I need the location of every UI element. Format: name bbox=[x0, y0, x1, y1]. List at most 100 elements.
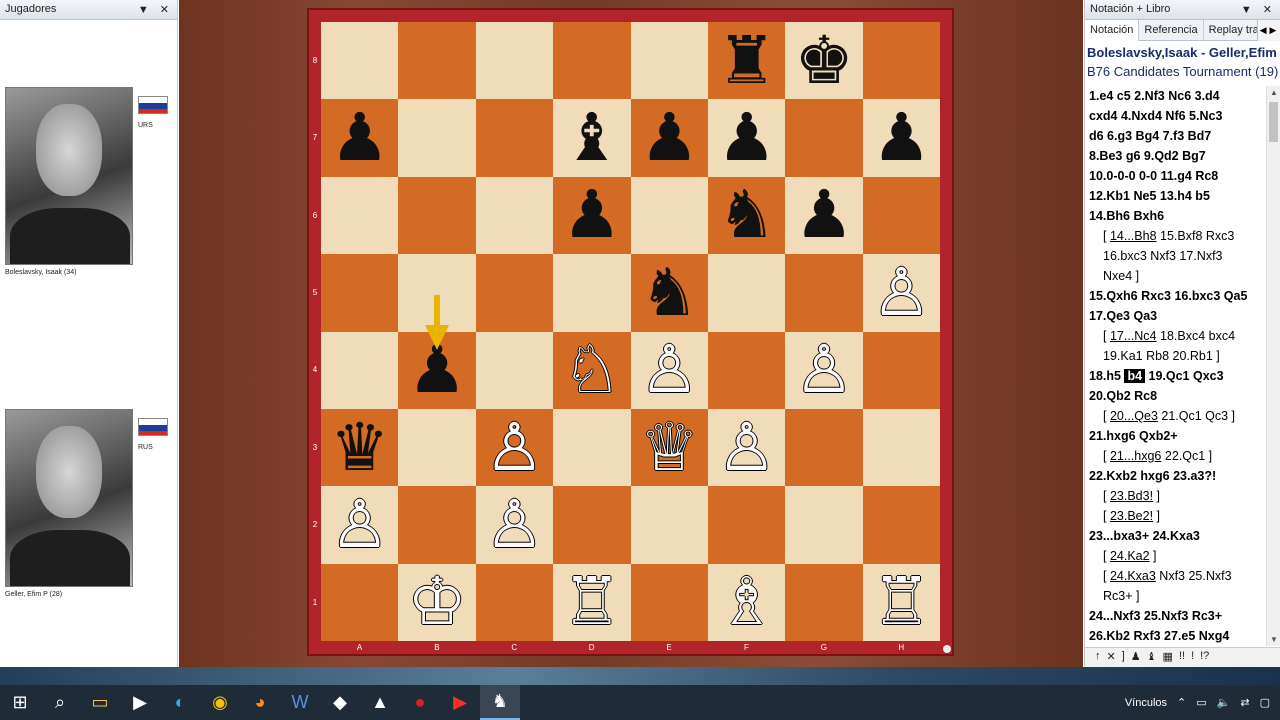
scroll-up-icon[interactable]: ▲ bbox=[1267, 88, 1280, 97]
move-text[interactable]: 20.Qb2 Rc8 bbox=[1089, 389, 1157, 403]
square-g1[interactable] bbox=[785, 563, 863, 642]
move-text[interactable]: 10.0-0-0 0-0 11.g4 Rc8 bbox=[1089, 169, 1218, 183]
square-c1[interactable] bbox=[475, 563, 554, 642]
square-a6[interactable] bbox=[321, 176, 399, 255]
move-text[interactable]: 17...Nc4 bbox=[1110, 329, 1157, 343]
move-text[interactable]: 22.Kxb2 hxg6 23.a3?! bbox=[1089, 469, 1216, 483]
piece-f3[interactable]: ♙ bbox=[708, 409, 785, 486]
scroll-thumb[interactable] bbox=[1269, 102, 1278, 142]
piece-e5[interactable]: ♞ bbox=[631, 254, 708, 331]
move-text[interactable]: 20...Qe3 bbox=[1110, 409, 1158, 423]
language-icon[interactable]: ⇄ bbox=[1240, 696, 1249, 709]
square-d5[interactable] bbox=[553, 254, 631, 332]
piece-d6[interactable]: ♟ bbox=[553, 177, 630, 254]
move-text[interactable]: 14...Bh8 bbox=[1110, 229, 1157, 243]
move-text[interactable]: [ bbox=[1103, 409, 1110, 423]
piece-c2[interactable]: ♙ bbox=[476, 486, 553, 563]
tab-referencia[interactable]: Referencia bbox=[1139, 20, 1204, 41]
chessbase-icon[interactable]: ♞ bbox=[480, 685, 520, 720]
move-text[interactable]: 24.Kxa3 bbox=[1110, 569, 1156, 583]
move-text[interactable]: ] bbox=[1153, 489, 1160, 503]
square-c5[interactable] bbox=[475, 254, 554, 332]
annotation-button[interactable]: ♝ bbox=[1147, 650, 1157, 665]
tray-links[interactable]: Vínculos bbox=[1125, 697, 1167, 709]
move-text[interactable]: 18.h5 bbox=[1089, 369, 1124, 383]
square-e6[interactable] bbox=[630, 176, 708, 255]
move-text[interactable]: cxd4 4.Nxd4 Nf6 5.Nc3 bbox=[1089, 109, 1222, 123]
move-text[interactable]: [ bbox=[1103, 229, 1110, 243]
move-text[interactable]: 21...hxg6 bbox=[1110, 449, 1161, 463]
move-text[interactable]: ] bbox=[1150, 549, 1156, 563]
move-text[interactable]: 24.Ka2 bbox=[1110, 549, 1150, 563]
move-text[interactable]: [ bbox=[1103, 569, 1110, 583]
square-f5[interactable] bbox=[708, 254, 786, 332]
tab-scroll-arrows[interactable]: ◀▶ bbox=[1257, 20, 1280, 41]
move-text[interactable]: 15.Qxh6 Rxc3 16.bxc3 Qa5 bbox=[1089, 289, 1247, 303]
square-b7[interactable] bbox=[398, 99, 476, 177]
piece-d7[interactable]: ♝ bbox=[553, 99, 630, 176]
square-e1[interactable] bbox=[630, 563, 708, 642]
media-icon[interactable]: ▶ bbox=[120, 685, 160, 720]
file-explorer-icon[interactable]: ▭ bbox=[80, 685, 120, 720]
move-text[interactable]: 26.Kb2 Rxf3 27.e5 Nxg4 bbox=[1089, 629, 1229, 643]
piece-e3[interactable]: ♕ bbox=[631, 409, 708, 486]
square-a4[interactable] bbox=[321, 331, 399, 409]
tray-arrow-icon[interactable]: ⌃ bbox=[1177, 696, 1186, 709]
move-text[interactable]: 23.Be2! bbox=[1110, 509, 1153, 523]
square-c7[interactable] bbox=[475, 99, 554, 177]
square-b6[interactable] bbox=[398, 176, 476, 255]
piece-h1[interactable]: ♖ bbox=[863, 564, 940, 641]
move-text[interactable]: [ bbox=[1103, 489, 1110, 503]
scroll-down-icon[interactable]: ▼ bbox=[1267, 635, 1280, 644]
square-d3[interactable] bbox=[553, 409, 631, 487]
piece-d1[interactable]: ♖ bbox=[553, 564, 630, 641]
square-h6[interactable] bbox=[862, 176, 941, 255]
youtube-icon[interactable]: ▶ bbox=[440, 685, 480, 720]
piece-e4[interactable]: ♙ bbox=[631, 332, 708, 409]
piece-f6[interactable]: ♞ bbox=[708, 177, 785, 254]
move-text[interactable]: Rc3+ ] bbox=[1103, 589, 1139, 603]
move-text[interactable]: d6 6.g3 Bg4 7.f3 Bd7 bbox=[1089, 129, 1211, 143]
move-text[interactable]: 12.Kb1 Ne5 13.h4 b5 bbox=[1089, 189, 1210, 203]
tab-notacion[interactable]: Notación bbox=[1085, 20, 1140, 41]
piece-c3[interactable]: ♙ bbox=[476, 409, 553, 486]
move-text[interactable]: 17.Qe3 Qa3 bbox=[1089, 309, 1157, 323]
move-text[interactable]: 18.Bxc4 bxc4 bbox=[1157, 329, 1235, 343]
move-text[interactable]: Nxe4 ] bbox=[1103, 269, 1139, 283]
square-b8[interactable] bbox=[398, 22, 476, 100]
square-g2[interactable] bbox=[785, 486, 863, 564]
panel-controls[interactable]: ▼ ✕ bbox=[138, 3, 173, 16]
move-text[interactable]: [ bbox=[1103, 509, 1110, 523]
square-d8[interactable] bbox=[553, 22, 631, 100]
annotation-button[interactable]: ↑ bbox=[1095, 650, 1101, 665]
piece-h7[interactable]: ♟ bbox=[863, 99, 940, 176]
piece-g4[interactable]: ♙ bbox=[785, 332, 862, 409]
square-h3[interactable] bbox=[862, 409, 941, 487]
square-g7[interactable] bbox=[785, 99, 863, 177]
notifications-icon[interactable]: ▢ bbox=[1260, 696, 1270, 709]
firefox-icon[interactable]: ◕ bbox=[240, 685, 280, 720]
square-g3[interactable] bbox=[785, 409, 863, 487]
move-text[interactable]: 8.Be3 g6 9.Qd2 Bg7 bbox=[1089, 149, 1206, 163]
move-text[interactable]: 22.Qc1 ] bbox=[1161, 449, 1212, 463]
move-text[interactable]: [ bbox=[1103, 449, 1110, 463]
notation-scrollbar[interactable]: ▲ ▼ bbox=[1266, 86, 1280, 646]
square-h2[interactable] bbox=[862, 486, 941, 564]
piece-a2[interactable]: ♙ bbox=[321, 486, 398, 563]
piece-f8[interactable]: ♜ bbox=[708, 22, 785, 99]
app-icon[interactable]: ▲ bbox=[360, 685, 400, 720]
piece-a3[interactable]: ♛ bbox=[321, 409, 398, 486]
move-text[interactable]: 16.bxc3 Nxf3 17.Nxf3 bbox=[1103, 249, 1223, 263]
square-f4[interactable] bbox=[708, 331, 786, 409]
current-move[interactable]: b4 bbox=[1124, 369, 1146, 383]
square-c8[interactable] bbox=[475, 22, 554, 100]
piece-h5[interactable]: ♙ bbox=[863, 254, 940, 331]
move-text[interactable]: 23...bxa3+ 24.Kxa3 bbox=[1089, 529, 1200, 543]
move-text[interactable]: 23.Bd3! bbox=[1110, 489, 1153, 503]
square-a5[interactable] bbox=[321, 254, 399, 332]
move-text[interactable]: 15.Bxf8 Rxc3 bbox=[1157, 229, 1234, 243]
square-b2[interactable] bbox=[398, 486, 476, 564]
move-text[interactable]: 19.Ka1 Rb8 20.Rb1 ] bbox=[1103, 349, 1220, 363]
annotation-button[interactable]: !! bbox=[1179, 650, 1185, 665]
annotation-button[interactable]: ▦ bbox=[1163, 650, 1173, 665]
